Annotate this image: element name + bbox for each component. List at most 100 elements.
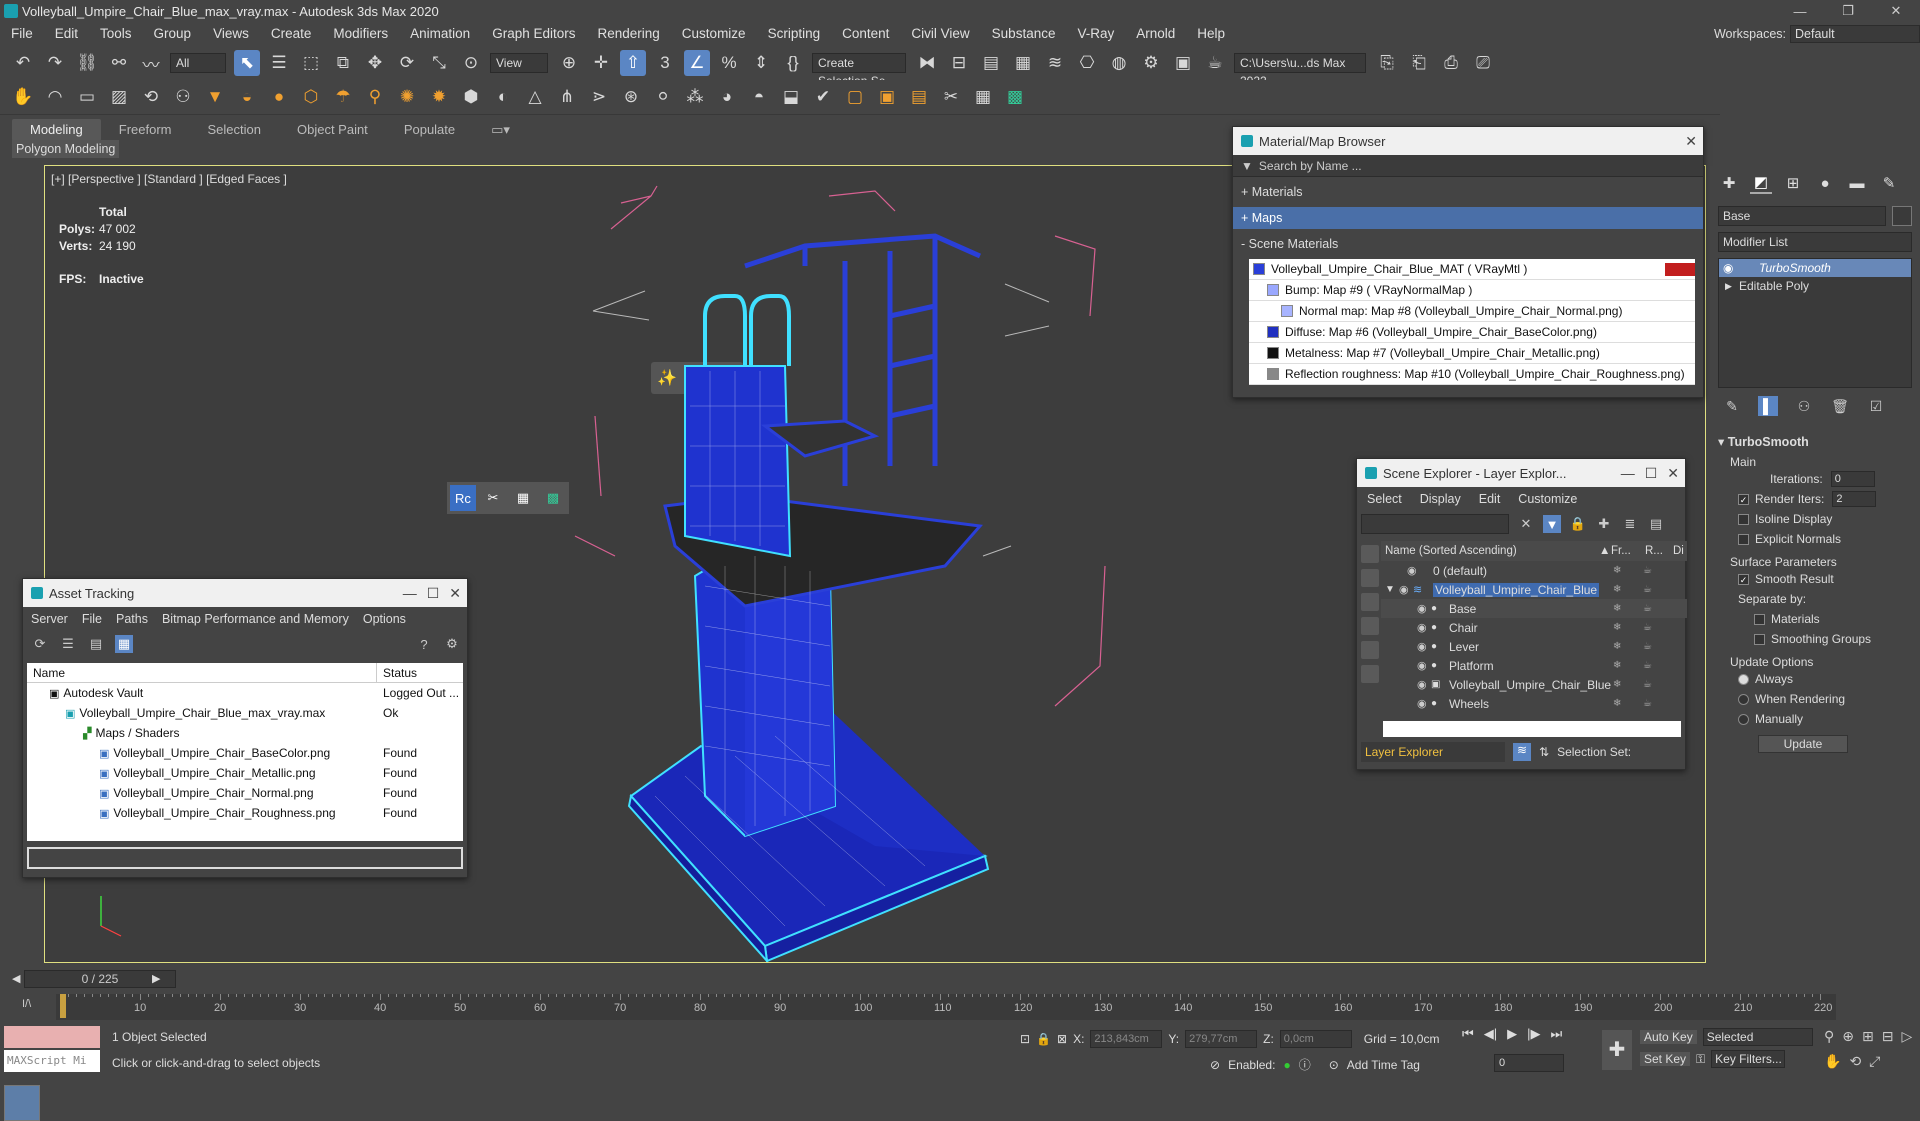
bind-spacewarp-icon[interactable]: 〰 [138, 50, 164, 76]
visibility-eye-icon[interactable]: ◉ [1417, 602, 1431, 615]
render-teapot-icon[interactable]: ☕ [1643, 698, 1652, 709]
mmb-group-scene-materials[interactable]: - Scene Materials [1233, 233, 1703, 255]
set-key-button[interactable]: Set Key [1640, 1052, 1691, 1066]
undo-icon[interactable]: ↶ [10, 50, 36, 76]
render-teapot-icon[interactable]: ☕ [1643, 660, 1652, 671]
rect-selection-icon[interactable]: ⬚ [298, 50, 324, 76]
render-teapot-icon[interactable]: ☕ [1643, 622, 1652, 633]
maximize-icon[interactable]: ❐ [1824, 0, 1872, 22]
se-menu-display[interactable]: Display [1420, 492, 1461, 506]
vray-v-icon[interactable]: ✔ [810, 84, 836, 110]
modifier-bulb-icon[interactable]: ◉ [1723, 259, 1733, 277]
key-mode-icon[interactable]: ✚ [1602, 1030, 1632, 1070]
mmb-map-row[interactable]: Reflection roughness: Map #10 (Volleybal… [1249, 364, 1695, 385]
maxscript-mini-input[interactable]: MAXScript Mi [4, 1050, 100, 1072]
mmb-map-row[interactable]: Metalness: Map #7 (Volleyball_Umpire_Cha… [1249, 343, 1695, 364]
se-filter-spacewarps-icon[interactable] [1361, 665, 1379, 683]
isoline-checkbox[interactable] [1738, 513, 1749, 525]
configure-sets-icon[interactable]: ☑ [1866, 396, 1886, 416]
project-folder-icon[interactable]: ⎘ [1374, 50, 1400, 76]
at-list-icon[interactable]: ☰ [59, 635, 77, 653]
mmb-map-row[interactable]: Normal map: Map #8 (Volleyball_Umpire_Ch… [1249, 301, 1695, 322]
at-titlebar[interactable]: Asset Tracking — ☐ ✕ [23, 579, 467, 607]
tab-selection[interactable]: Selection [190, 119, 279, 141]
modify-tab-icon[interactable]: ◩ [1750, 172, 1772, 194]
vray-toon-icon[interactable]: ◕ [714, 84, 740, 110]
enabled-dot-icon[interactable]: ● [1283, 1058, 1290, 1072]
make-unique-icon[interactable]: ⚇ [1794, 396, 1814, 416]
vray-sphere-icon[interactable]: ⚪ [650, 84, 676, 110]
visibility-eye-icon[interactable]: ◉ [1417, 621, 1431, 634]
timeline-next-icon[interactable]: ▶ [152, 972, 160, 985]
se-menu-edit[interactable]: Edit [1479, 492, 1501, 506]
timeline-cursor[interactable] [60, 994, 66, 1018]
at-path-field[interactable] [27, 847, 463, 869]
menu-views[interactable]: Views [202, 22, 260, 46]
at-menu-file[interactable]: File [82, 612, 102, 626]
vray-volume-icon[interactable]: ◓ [746, 84, 772, 110]
se-lock-icon[interactable]: 🔒 [1569, 515, 1587, 533]
key-selection-dropdown[interactable]: Selected [1702, 1028, 1813, 1046]
se-filter-shapes-icon[interactable] [1361, 569, 1379, 587]
render-setup-icon[interactable]: ⚙ [1138, 50, 1164, 76]
se-menu-select[interactable]: Select [1367, 492, 1402, 506]
freeze-icon[interactable]: ❄ [1613, 641, 1621, 652]
vray-sky-icon[interactable]: ✹ [426, 84, 452, 110]
mmb-titlebar[interactable]: Material/Map Browser ✕ [1233, 127, 1703, 155]
vray-decal-icon[interactable]: △ [522, 84, 548, 110]
vray-light-icon[interactable]: ✋ [10, 84, 36, 110]
vray-materials-icon[interactable]: ⚇ [170, 84, 196, 110]
y-coordinate[interactable]: 279,77cm [1185, 1030, 1258, 1048]
fp-tool-1-icon[interactable]: ▢ [842, 84, 868, 110]
at-maximize-icon[interactable]: ☐ [427, 585, 440, 602]
menu-help[interactable]: Help [1186, 22, 1236, 46]
render-teapot-icon[interactable]: ☕ [1643, 641, 1652, 652]
mmb-close-icon[interactable]: ✕ [1685, 133, 1697, 150]
freeze-icon[interactable]: ❄ [1613, 622, 1621, 633]
at-menu-bitmap[interactable]: Bitmap Performance and Memory [162, 612, 349, 626]
vray-grass-icon[interactable]: ⋗ [586, 84, 612, 110]
named-selection-dropdown[interactable]: Create Selection Se [812, 53, 906, 88]
auto-key-button[interactable]: Auto Key [1640, 1030, 1697, 1044]
menu-tools[interactable]: Tools [89, 22, 143, 46]
vray-sun-light-icon[interactable]: ✺ [394, 84, 420, 110]
vray-vfb-icon[interactable]: ▭ [74, 84, 100, 110]
se-col-render[interactable]: R... [1645, 545, 1673, 557]
mini-curve-icon[interactable]: I/\ [22, 998, 31, 1010]
update-button[interactable]: Update [1758, 735, 1848, 753]
manually-radio[interactable] [1738, 713, 1749, 725]
tab-populate[interactable]: Populate [386, 119, 473, 141]
menu-modifiers[interactable]: Modifiers [322, 22, 399, 46]
fp-tool-2-icon[interactable]: ▣ [874, 84, 900, 110]
isolate-icon[interactable]: ⊡ [1020, 1032, 1030, 1046]
show-end-result-icon[interactable]: ▌ [1758, 396, 1778, 416]
prev-frame-icon[interactable]: ◀| [1484, 1026, 1497, 1042]
se-row-object[interactable]: ◉ ▣ Volleyball_Umpire_Chair_Blue ❄ ☕ [1381, 675, 1687, 694]
selection-filter-dropdown[interactable]: All [170, 53, 226, 73]
freeze-icon[interactable]: ❄ [1613, 603, 1621, 614]
vray-ambient-light-icon[interactable]: ⚲ [362, 84, 388, 110]
select-by-name-icon[interactable]: ☰ [266, 50, 292, 76]
material-editor-icon[interactable]: ◍ [1106, 50, 1132, 76]
at-refresh-icon[interactable]: ⟳ [31, 635, 49, 653]
vray-bake-icon[interactable]: ⬓ [778, 84, 804, 110]
menu-group[interactable]: Group [143, 22, 203, 46]
select-manipulate-icon[interactable]: ✛ [588, 50, 614, 76]
mirror-icon[interactable]: ⧓ [914, 50, 940, 76]
render-teapot-icon[interactable]: ☕ [1643, 584, 1652, 595]
timeline-ruler[interactable]: 10 20 30 40 50 60 70 80 90 100 110 120 130 140 150 160 1… [56, 994, 1836, 1020]
absolute-mode-icon[interactable]: ⊠ [1057, 1032, 1067, 1046]
vray-plane-light-icon[interactable]: ▼ [202, 84, 228, 110]
freeze-icon[interactable]: ❄ [1613, 698, 1621, 709]
x-coordinate[interactable]: 213,843cm [1090, 1030, 1163, 1048]
ribbon-polygon-modeling[interactable]: Polygon Modeling [12, 140, 120, 158]
zoom-all-icon[interactable]: ⊕ [1842, 1028, 1854, 1045]
menu-civil-view[interactable]: Civil View [900, 22, 980, 46]
menu-edit[interactable]: Edit [44, 22, 89, 46]
vray-render-icon[interactable]: ▨ [106, 84, 132, 110]
percent-snap-icon[interactable]: % [716, 50, 742, 76]
visibility-eye-icon[interactable]: ◉ [1417, 659, 1431, 672]
mmb-map-row[interactable]: Diffuse: Map #6 (Volleyball_Umpire_Chair… [1249, 322, 1695, 343]
vray-clipper-icon[interactable]: ⊛ [618, 84, 644, 110]
se-new-layer-icon[interactable]: ✚ [1595, 515, 1613, 533]
